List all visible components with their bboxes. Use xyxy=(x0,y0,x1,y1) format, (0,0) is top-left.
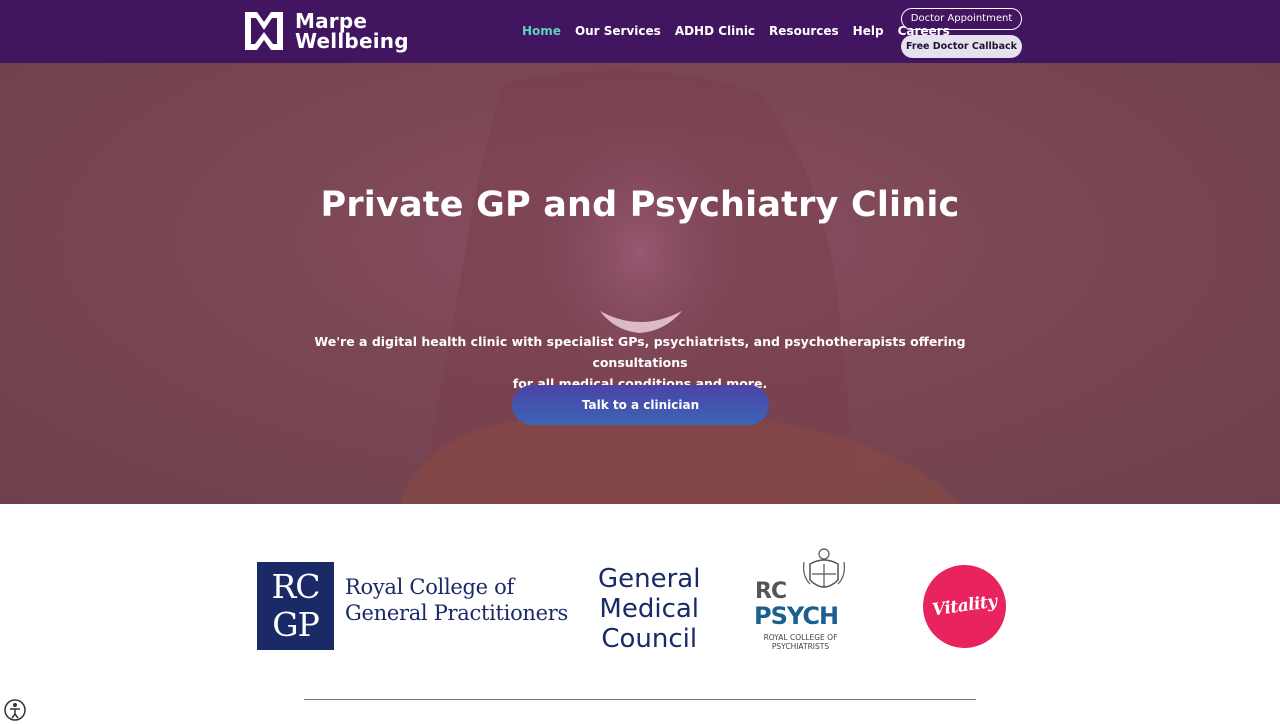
gmc-logo: General Medical Council xyxy=(598,564,700,654)
rcgp-monogram: RC GP xyxy=(257,562,334,650)
talk-to-clinician-button[interactable]: Talk to a clinician xyxy=(512,385,769,425)
nav-help[interactable]: Help xyxy=(853,24,884,38)
nav-adhd-clinic[interactable]: ADHD Clinic xyxy=(675,24,755,38)
site-header: Marpe Wellbeing Home Our Services ADHD C… xyxy=(0,0,1280,63)
crest-icon xyxy=(803,548,845,588)
rcpsych-rc: RC xyxy=(755,579,787,604)
brand-logo[interactable]: Marpe Wellbeing xyxy=(243,10,409,52)
rcpsych-psych: PSYCH xyxy=(754,602,839,630)
hero-background-image xyxy=(400,70,960,504)
rcgp-name-line1: Royal College of xyxy=(345,575,514,599)
doctor-appointment-button[interactable]: Doctor Appointment xyxy=(901,8,1022,30)
nav-resources[interactable]: Resources xyxy=(769,24,839,38)
rcgp-monogram-bottom: GP xyxy=(272,605,320,644)
vitality-logo: Vitality xyxy=(917,559,1012,654)
hero-title: Private GP and Psychiatry Clinic xyxy=(320,185,960,225)
brand-line1: Marpe xyxy=(295,9,368,33)
section-divider xyxy=(304,699,976,700)
hero-section: Private GP and Psychiatry Clinic We're a… xyxy=(0,63,1280,504)
hero-subtitle-line1: We're a digital health clinic with speci… xyxy=(314,334,966,370)
rcpsych-small-line2: PSYCHIATRISTS xyxy=(771,642,830,651)
gmc-line3: Council xyxy=(601,624,698,654)
gmc-line1: General xyxy=(598,564,701,594)
rcgp-name-line2: General Practitioners xyxy=(345,601,568,625)
mw-logo-icon xyxy=(245,12,283,50)
rcpsych-fullname: ROYAL COLLEGE OF PSYCHIATRISTS xyxy=(753,633,848,651)
free-doctor-callback-button[interactable]: Free Doctor Callback xyxy=(901,35,1022,58)
rcgp-monogram-top: RC xyxy=(271,567,320,606)
rcpsych-logo: RC PSYCH ROYAL COLLEGE OF PSYCHIATRISTS xyxy=(752,546,852,656)
accessibility-widget-icon[interactable] xyxy=(2,697,28,723)
brand-line2: Wellbeing xyxy=(295,29,409,53)
main-nav: Home Our Services ADHD Clinic Resources … xyxy=(522,24,964,38)
nav-our-services[interactable]: Our Services xyxy=(575,24,661,38)
rcpsych-small-line1: ROYAL COLLEGE OF xyxy=(763,633,838,642)
nav-home[interactable]: Home xyxy=(522,24,561,38)
rcgp-name: Royal College of General Practitioners xyxy=(345,574,568,626)
brand-name: Marpe Wellbeing xyxy=(295,11,409,51)
gmc-line2: Medical xyxy=(599,594,700,624)
